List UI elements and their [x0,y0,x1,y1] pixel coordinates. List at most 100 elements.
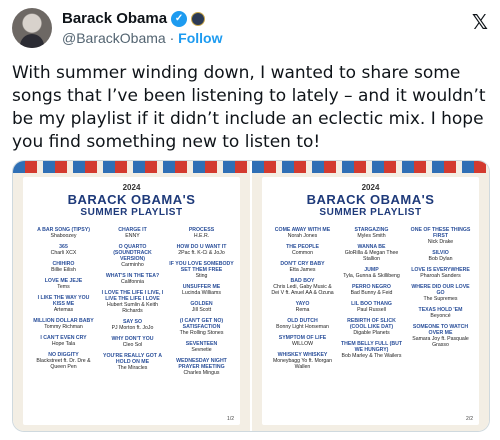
government-seal-icon [191,11,206,26]
song-entry: I Love the Life I Live, I Live the Life … [100,290,165,314]
song-entry: Unsuffer Me Lucinda Williams [169,284,234,296]
song-title: O Quarto (Soundtrack Version) [113,244,152,262]
song-entry: No Diggity Blackstreet ft. Dr. Dre & Quee… [31,352,96,370]
song-entry: O Quarto (Soundtrack Version) Carminho [100,244,165,268]
song-title: One of These Things First [410,227,471,239]
song-entry: Where Did Our Love Go The Supremes [408,284,473,302]
song-artist: 2Pac ft. K-Ci & JoJo [178,250,225,256]
song-artist: Charli XCX [50,250,77,256]
playlist-column: Process H.E.R. How Do U Want It 2Pac ft. K-… [169,227,234,415]
song-entry: A Bar Song (Tipsy) Shaboozey [31,227,96,239]
song-entry: Seventeen Sevnetie [169,341,234,353]
handle-row: @BarackObama · Follow [62,30,222,46]
song-entry: Silvio Bob Dylan [408,250,473,262]
song-entry: Say So PJ Morton ft. JoJo [100,319,165,331]
song-artist: Tyla, Gunna & Skillibeng [343,273,400,279]
song-entry: Someone to Watch Over Me Samara Joy ft. P… [408,324,473,348]
song-entry: Jump Tyla, Gunna & Skillibeng [339,267,404,279]
song-entry: Rebirth of Slick (Cool Like Dat) Digable … [339,318,404,336]
song-title: Someone to Watch Over Me [412,324,469,336]
playlist-image-1[interactable]: 2024 BARACK OBAMA'S SUMMER PLAYLIST A Ba… [13,161,250,431]
playlist-column: Charge It ENNY O Quarto (Soundtrack Versio… [100,227,165,415]
song-artist: Rema [295,307,310,313]
song-artist: PJ Morton ft. JoJo [111,325,154,331]
song-artist: Hubert Sumlin & Keith Richards [106,302,159,314]
song-artist: Bob Marley & The Wailers [341,353,402,359]
song-artist: Shaboozey [50,233,77,239]
tweet-media[interactable]: 2024 BARACK OBAMA'S SUMMER PLAYLIST A Ba… [12,160,490,432]
page-number: 2/2 [466,416,473,422]
song-artist: Lucinda Williams [182,290,221,296]
song-entry: Chihiro Billie Eilish [31,261,96,273]
song-entry: What's in the Tea? Califonnia [100,273,165,285]
song-entry: Bad Boy Chris Ledi, Gaby Music & Dei V ft… [270,278,335,296]
song-entry: Charge It ENNY [100,227,165,239]
playlist-card: 2024 BARACK OBAMA'S SUMMER PLAYLIST A Ba… [23,177,240,425]
tweet-text: With summer winding down, I wanted to sh… [12,63,486,152]
song-entry: One of These Things First Nick Drake [408,227,473,245]
song-artist: Artemas [53,307,74,313]
tweet-header: Barack Obama ✓ @BarackObama · Follow 𝕏 [12,6,488,52]
song-artist: Chris Ledi, Gaby Music & Dei V ft. Anuel… [271,284,334,296]
playlist-title: BARACK OBAMA'S [67,192,196,207]
x-logo-icon[interactable]: 𝕏 [472,10,488,34]
song-artist: Moneybagg Yo ft. Morgan Wallen [272,358,333,370]
avatar[interactable] [12,8,52,48]
page-number: 1/2 [227,416,234,422]
song-title: I Love the Life I Live, I Live the Life … [101,290,164,302]
verified-badge-icon: ✓ [171,10,188,27]
user-handle[interactable]: @BarackObama [62,30,166,46]
song-artist: Charles Mingus [183,370,220,376]
song-entry: Texas Hold 'Em Beyoncé [408,307,473,319]
playlist-column: One of These Things First Nick Drake Silvi… [408,227,473,415]
flag-stripe [252,161,489,173]
flag-stripe [13,161,250,173]
song-artist: ENNY [125,233,140,239]
song-entry: Old Dutch Bonny Light Horseman [270,318,335,330]
playlist-year: 2024 [122,183,141,192]
song-entry: 365 Charli XCX [31,244,96,256]
song-entry: Wednesday Night Prayer Meeting Charles Mi… [169,358,234,376]
playlist-year: 2024 [361,183,380,192]
playlist-image-2[interactable]: 2024 BARACK OBAMA'S SUMMER PLAYLIST Come… [252,161,489,431]
song-entry: Them Belly Full (But We Hungry) Bob Marle… [339,341,404,359]
song-artist: Jill Scott [191,307,212,313]
playlist-column: A Bar Song (Tipsy) Shaboozey 365 Charli XCX… [31,227,96,415]
song-entry: The People Common [270,244,335,256]
song-artist: Sting [195,273,208,279]
playlist-card: 2024 BARACK OBAMA'S SUMMER PLAYLIST Come… [262,177,479,425]
song-entry: Perro Negro Bad Bunny & Feid [339,284,404,296]
song-artist: Cleo Sol [122,342,143,348]
song-artist: Nick Drake [427,239,454,245]
song-title: Them Belly Full (But We Hungry) [341,341,402,353]
song-artist: Digable Planets [353,330,390,336]
song-entry: Lil Boo Thang Paul Russell [339,301,404,313]
display-name[interactable]: Barack Obama [62,10,167,27]
song-title: If You Love Somebody Set Them Free [169,261,234,273]
song-entry: Yayo Rema [270,301,335,313]
song-entry: Love Is Everywhere Pharoah Sanders [408,267,473,279]
name-row: Barack Obama ✓ [62,10,206,27]
follow-button[interactable]: Follow [178,30,222,46]
song-entry: Don't Cry Baby Etta James [270,261,335,273]
song-entry: Wanna Be GloRilla & Megan Thee Stallion [339,244,404,262]
song-title: You're Really Got a Hold on Me [103,353,162,365]
song-artist: The Miracles [117,365,148,371]
song-entry: Come Away With Me Norah Jones [270,227,335,239]
song-artist: Pharoah Sanders [420,273,461,279]
song-entry: Million Dollar Baby Tommy Richman [31,318,96,330]
song-entry: Love Me Jeje Tems [31,278,96,290]
song-artist: Norah Jones [287,233,318,239]
song-entry: Golden Jill Scott [169,301,234,313]
song-artist: Bad Bunny & Feid [350,290,393,296]
song-artist: Sevnetie [191,347,212,353]
song-title: Wednesday Night Prayer Meeting [176,358,227,370]
song-artist: The Supremes [423,296,458,302]
song-artist: Etta James [289,267,316,273]
song-entry: Whiskey Whiskey Moneybagg Yo ft. Morgan W… [270,352,335,370]
song-artist: Myles Smith [357,233,386,239]
song-artist: Blackstreet ft. Dr. Dre & Queen Pen [36,358,91,370]
song-artist: Tommy Richman [44,324,83,330]
song-artist: Tems [57,284,70,290]
song-artist: WILLOW [291,341,314,347]
